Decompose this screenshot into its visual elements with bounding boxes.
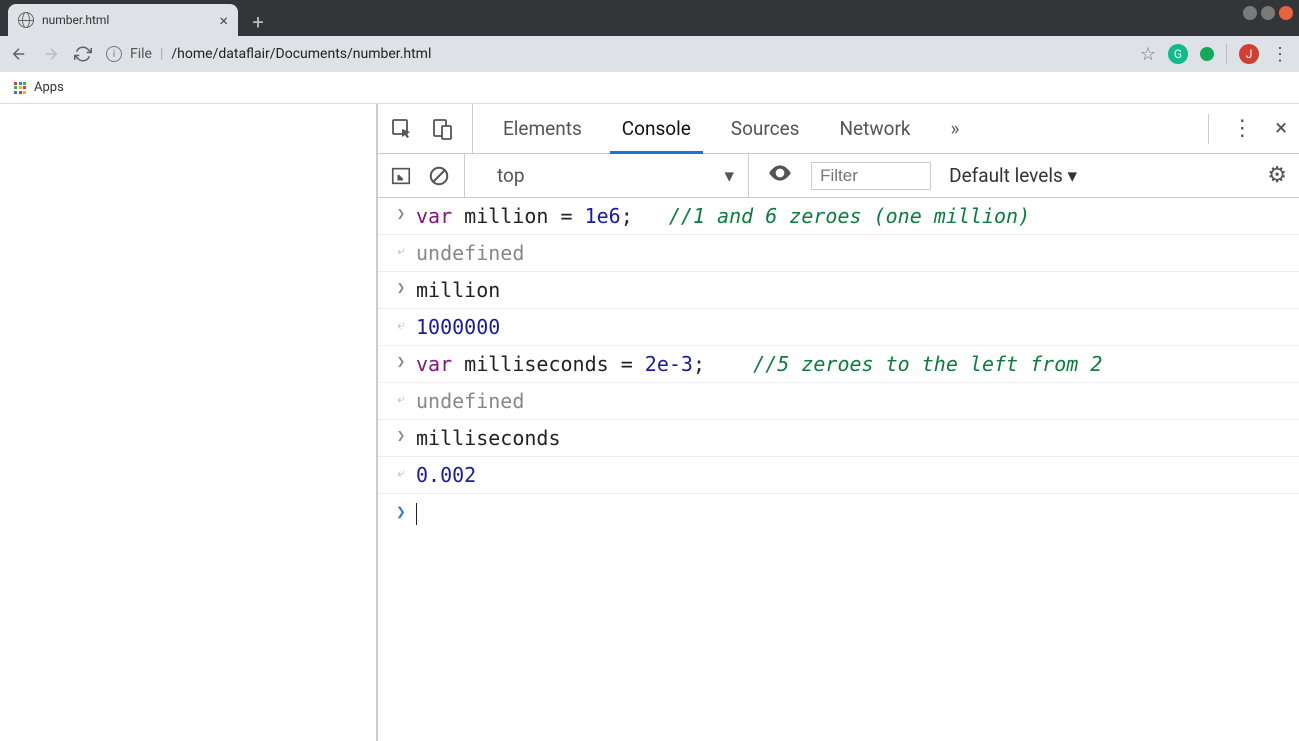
browser-tab-bar: number.html × + — [0, 0, 1299, 36]
filter-input[interactable] — [811, 162, 931, 190]
profile-avatar-icon[interactable]: J — [1239, 44, 1259, 64]
console-output[interactable]: ❯ var million = 1e6; //1 and 6 zeroes (on… — [378, 198, 1299, 741]
browser-tab[interactable]: number.html × — [8, 4, 238, 36]
output-arrow-icon: ⤶ — [397, 239, 405, 264]
console-output-row: ⤶ 0.002 — [378, 457, 1299, 494]
new-tab-button[interactable]: + — [244, 8, 272, 36]
console-line-content[interactable]: undefined — [412, 235, 1287, 271]
bookmark-star-icon[interactable]: ☆ — [1140, 44, 1156, 65]
address-input[interactable]: i File | /home/dataflair/Documents/numbe… — [106, 46, 1126, 62]
console-input-row: ❯ milliseconds — [378, 420, 1299, 457]
console-line-content[interactable]: var million = 1e6; //1 and 6 zeroes (one… — [412, 198, 1287, 234]
console-line-content[interactable]: million — [412, 272, 1287, 308]
tab-overflow-icon[interactable]: » — [951, 104, 960, 153]
inspect-element-icon[interactable] — [390, 117, 414, 141]
window-maximize-icon[interactable] — [1261, 6, 1275, 20]
globe-icon — [18, 12, 34, 28]
console-output-row: ⤶ 1000000 — [378, 309, 1299, 346]
console-line-content[interactable]: 0.002 — [412, 457, 1287, 493]
apps-label[interactable]: Apps — [34, 80, 64, 95]
console-output-row: ⤶ undefined — [378, 383, 1299, 420]
url-scheme: File — [130, 46, 152, 62]
clear-console-icon[interactable] — [428, 165, 450, 187]
input-arrow-icon: ❯ — [397, 350, 405, 375]
prompt-arrow-icon: ❯ — [396, 498, 406, 527]
devtools-menu-icon[interactable]: ⋮ — [1231, 116, 1253, 141]
forward-button[interactable] — [42, 45, 60, 63]
apps-grid-icon[interactable] — [14, 82, 26, 94]
output-arrow-icon: ⤶ — [397, 461, 405, 486]
tab-elements[interactable]: Elements — [503, 104, 582, 153]
page-viewport — [0, 104, 378, 741]
toolbar-right: ☆ G J ⋮ — [1140, 44, 1289, 65]
console-output-row: ⤶ undefined — [378, 235, 1299, 272]
live-expression-icon[interactable] — [767, 160, 793, 191]
console-input-row: ❯ var million = 1e6; //1 and 6 zeroes (on… — [378, 198, 1299, 235]
window-controls — [1243, 6, 1293, 20]
window-minimize-icon[interactable] — [1243, 6, 1257, 20]
extension-grammarly-icon[interactable]: G — [1168, 44, 1188, 64]
url-path: /home/dataflair/Documents/number.html — [171, 46, 431, 62]
console-line-content[interactable]: undefined — [412, 383, 1287, 419]
console-input-row: ❯ var milliseconds = 2e-3; //5 zeroes to … — [378, 346, 1299, 383]
console-sidebar-toggle-icon[interactable] — [390, 165, 412, 187]
console-input-row: ❯ million — [378, 272, 1299, 309]
tab-network[interactable]: Network — [839, 104, 910, 153]
separator — [1226, 44, 1227, 64]
console-line-content[interactable]: milliseconds — [412, 420, 1287, 456]
input-arrow-icon: ❯ — [397, 276, 405, 301]
main-content: Elements Console Sources Network » ⋮ × t… — [0, 104, 1299, 741]
console-line-content[interactable]: 1000000 — [412, 309, 1287, 345]
devtools-tab-bar: Elements Console Sources Network » ⋮ × — [378, 104, 1299, 154]
output-arrow-icon: ⤶ — [397, 313, 405, 338]
device-toggle-icon[interactable] — [430, 117, 454, 141]
output-arrow-icon: ⤶ — [397, 387, 405, 412]
tab-sources[interactable]: Sources — [731, 104, 800, 153]
extension-green-icon[interactable] — [1200, 47, 1214, 61]
console-toolbar: top ▾ Default levels ▾ ⚙ — [378, 154, 1299, 198]
log-levels-select[interactable]: Default levels ▾ — [949, 164, 1077, 187]
devtools-close-icon[interactable]: × — [1275, 116, 1287, 141]
window-close-icon[interactable] — [1279, 6, 1293, 20]
tab-title: number.html — [42, 13, 109, 27]
browser-menu-icon[interactable]: ⋮ — [1271, 44, 1289, 65]
separator — [1208, 114, 1209, 144]
url-separator: | — [160, 46, 163, 62]
execution-context-select[interactable]: top ▾ — [483, 154, 749, 197]
reload-button[interactable] — [74, 45, 92, 63]
address-bar: i File | /home/dataflair/Documents/numbe… — [0, 36, 1299, 72]
input-arrow-icon: ❯ — [397, 424, 405, 449]
console-settings-icon[interactable]: ⚙ — [1267, 163, 1287, 188]
input-arrow-icon: ❯ — [397, 202, 405, 227]
console-line-content[interactable]: var milliseconds = 2e-3; //5 zeroes to t… — [412, 346, 1287, 382]
console-prompt-row[interactable]: ❯ — [378, 494, 1299, 530]
tab-close-icon[interactable]: × — [219, 11, 228, 30]
devtools-panel: Elements Console Sources Network » ⋮ × t… — [378, 104, 1299, 741]
context-label: top — [497, 164, 525, 187]
back-button[interactable] — [10, 45, 28, 63]
console-input-area[interactable] — [412, 494, 1287, 530]
tab-console[interactable]: Console — [622, 104, 691, 153]
chevron-down-icon: ▾ — [725, 164, 735, 187]
bookmarks-bar: Apps — [0, 72, 1299, 104]
site-info-icon[interactable]: i — [106, 46, 122, 62]
